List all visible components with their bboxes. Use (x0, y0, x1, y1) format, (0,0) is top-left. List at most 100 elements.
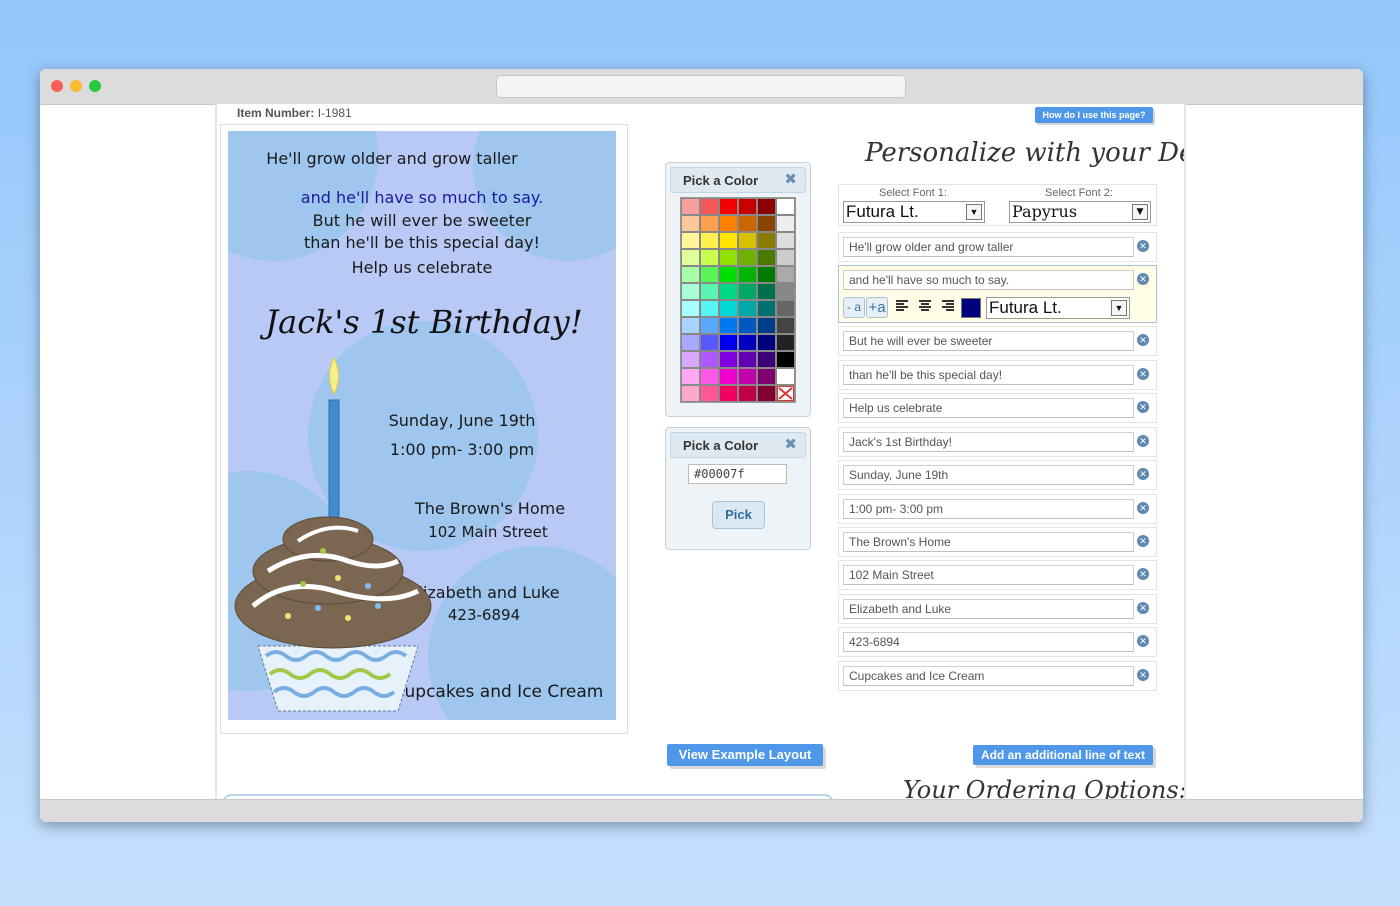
color-swatch[interactable] (739, 352, 756, 367)
align-left-icon[interactable] (896, 300, 908, 312)
remove-line-icon[interactable]: ✕ (1137, 240, 1149, 252)
remove-line-icon[interactable]: ✕ (1137, 401, 1149, 413)
remove-line-icon[interactable]: ✕ (1137, 334, 1149, 346)
no-color-swatch[interactable] (777, 386, 794, 401)
color-swatch[interactable] (758, 335, 775, 350)
color-swatch[interactable] (777, 352, 794, 367)
color-swatch[interactable] (701, 318, 718, 333)
minimize-window-button[interactable] (70, 80, 82, 92)
remove-line-icon[interactable]: ✕ (1137, 568, 1149, 580)
add-text-line-button[interactable]: Add an additional line of text (973, 745, 1153, 765)
color-swatch[interactable] (758, 216, 775, 231)
font2-select[interactable]: Papyrus ▼ (1009, 201, 1151, 223)
chevron-down-icon[interactable]: ▼ (1132, 204, 1148, 220)
text-line-input[interactable]: He'll grow older and grow taller (843, 237, 1134, 257)
color-swatch[interactable] (758, 199, 775, 214)
color-swatch[interactable] (720, 301, 737, 316)
font1-select[interactable]: Futura Lt. ▼ (843, 201, 985, 223)
color-swatch[interactable] (701, 233, 718, 248)
text-line-input[interactable]: Cupcakes and Ice Cream (843, 666, 1134, 686)
text-line-input[interactable]: and he'll have so much to say. (843, 270, 1134, 290)
line-font-select[interactable]: Futura Lt. ▼ (986, 297, 1130, 319)
color-swatch[interactable] (739, 267, 756, 282)
help-button[interactable]: How do I use this page? (1035, 107, 1153, 123)
color-swatch[interactable] (682, 250, 699, 265)
color-swatch[interactable] (720, 386, 737, 401)
color-swatch[interactable] (682, 386, 699, 401)
remove-line-icon[interactable]: ✕ (1137, 535, 1149, 547)
color-swatch[interactable] (701, 369, 718, 384)
align-right-icon[interactable] (942, 300, 954, 312)
align-center-icon[interactable] (919, 300, 931, 312)
text-line-input[interactable]: Help us celebrate (843, 398, 1134, 418)
color-swatch[interactable] (739, 386, 756, 401)
color-swatch[interactable] (758, 267, 775, 282)
color-swatch[interactable] (682, 284, 699, 299)
color-swatch[interactable] (777, 318, 794, 333)
color-swatch[interactable] (777, 301, 794, 316)
color-swatch[interactable] (682, 267, 699, 282)
color-swatch[interactable] (701, 199, 718, 214)
color-swatch[interactable] (701, 284, 718, 299)
text-line-input[interactable]: But he will ever be sweeter (843, 331, 1134, 351)
increase-size-button[interactable]: +a (866, 297, 888, 318)
chevron-down-icon[interactable]: ▼ (966, 204, 982, 220)
color-swatch[interactable] (701, 335, 718, 350)
pick-button[interactable]: Pick (712, 501, 765, 529)
color-swatch[interactable] (739, 301, 756, 316)
color-swatch[interactable] (682, 335, 699, 350)
remove-line-icon[interactable]: ✕ (1137, 273, 1149, 285)
color-swatch[interactable] (758, 233, 775, 248)
color-swatch[interactable] (720, 216, 737, 231)
color-swatch[interactable] (758, 284, 775, 299)
close-icon[interactable]: ✖ (784, 435, 797, 453)
color-swatch[interactable] (720, 267, 737, 282)
close-window-button[interactable] (51, 80, 63, 92)
color-swatch[interactable] (739, 369, 756, 384)
color-swatch[interactable] (758, 318, 775, 333)
text-line-input[interactable]: Jack's 1st Birthday! (843, 432, 1134, 452)
hex-color-input[interactable]: #00007f (688, 464, 787, 484)
address-bar[interactable] (496, 75, 906, 98)
color-swatch[interactable] (682, 318, 699, 333)
remove-line-icon[interactable]: ✕ (1137, 368, 1149, 380)
color-swatch[interactable] (720, 352, 737, 367)
color-swatch[interactable] (720, 250, 737, 265)
color-swatch[interactable] (720, 335, 737, 350)
color-swatch[interactable] (777, 199, 794, 214)
color-swatch[interactable] (739, 250, 756, 265)
remove-line-icon[interactable]: ✕ (1137, 602, 1149, 614)
remove-line-icon[interactable]: ✕ (1137, 669, 1149, 681)
text-line-input[interactable]: 1:00 pm- 3:00 pm (843, 499, 1134, 519)
color-swatch[interactable] (720, 284, 737, 299)
color-swatch[interactable] (739, 318, 756, 333)
color-swatch[interactable] (758, 369, 775, 384)
decrease-size-button[interactable]: - a (843, 297, 865, 318)
remove-line-icon[interactable]: ✕ (1137, 435, 1149, 447)
color-swatch[interactable] (682, 301, 699, 316)
text-line-input[interactable]: Sunday, June 19th (843, 465, 1134, 485)
color-swatch[interactable] (739, 216, 756, 231)
color-swatch[interactable] (777, 267, 794, 282)
text-line-input[interactable]: 423-6894 (843, 632, 1134, 652)
maximize-window-button[interactable] (89, 80, 101, 92)
color-swatch[interactable] (720, 369, 737, 384)
color-swatch[interactable] (701, 216, 718, 231)
text-line-input[interactable]: The Brown's Home (843, 532, 1134, 552)
text-line-input[interactable]: 102 Main Street (843, 565, 1134, 585)
color-swatch[interactable] (720, 318, 737, 333)
color-swatch[interactable] (739, 335, 756, 350)
color-swatch[interactable] (739, 284, 756, 299)
color-swatch[interactable] (777, 335, 794, 350)
color-swatch[interactable] (758, 250, 775, 265)
text-color-swatch[interactable] (961, 298, 981, 318)
color-swatch[interactable] (720, 199, 737, 214)
color-swatch[interactable] (701, 352, 718, 367)
invitation-card[interactable]: He'll grow older and grow taller and he'… (228, 131, 616, 720)
view-example-layout-button[interactable]: View Example Layout (667, 744, 823, 766)
color-swatch[interactable] (701, 267, 718, 282)
color-swatch[interactable] (777, 233, 794, 248)
chevron-down-icon[interactable]: ▼ (1111, 300, 1127, 316)
color-swatch[interactable] (701, 386, 718, 401)
color-swatch[interactable] (682, 199, 699, 214)
